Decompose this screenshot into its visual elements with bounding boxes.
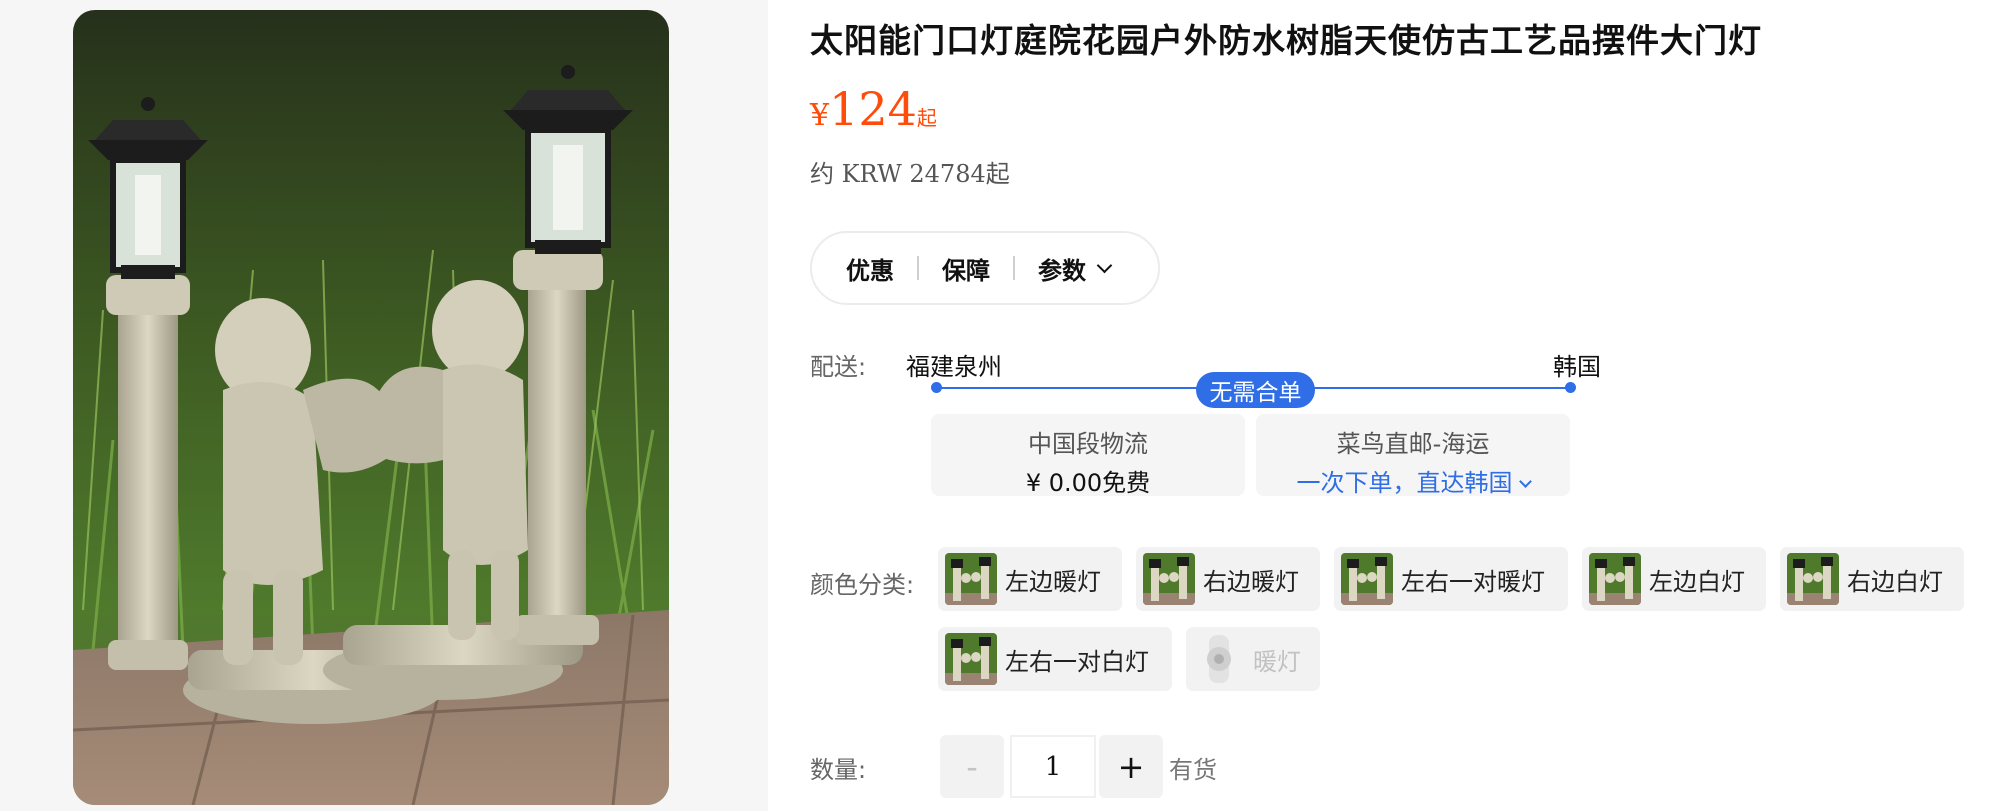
- segment-detail: ¥ 0.00免费: [1025, 469, 1151, 497]
- segment-title: 菜鸟直邮-海运: [1336, 430, 1490, 458]
- color-option-right-white[interactable]: 右边白灯: [1780, 547, 1964, 611]
- option-thumbnail: [945, 553, 997, 605]
- price-currency: ¥: [810, 98, 830, 133]
- tab-params-label: 参数: [1038, 256, 1086, 285]
- option-thumbnail: [1589, 553, 1641, 605]
- segment-detail-link[interactable]: 一次下单，直达韩国: [1256, 463, 1570, 498]
- option-label: 右边暖灯: [1203, 567, 1299, 596]
- product-price: ¥124起: [810, 82, 937, 136]
- shipping-segment-china: 中国段物流 ¥ 0.00免费: [931, 414, 1245, 497]
- price-amount: 124: [829, 82, 917, 136]
- option-label: 左边暖灯: [1005, 567, 1101, 596]
- color-option-pair-white[interactable]: 左右一对白灯: [938, 627, 1172, 691]
- color-option-left-warm[interactable]: 左边暖灯: [938, 547, 1122, 611]
- segment-detail-text: 一次下单，直达韩国: [1296, 469, 1513, 497]
- segment-title: 中国段物流: [1028, 430, 1148, 458]
- shipping-segment-international[interactable]: 菜鸟直邮-海运 一次下单，直达韩国: [1256, 414, 1570, 498]
- color-option-right-warm[interactable]: 右边暖灯: [1136, 547, 1320, 611]
- color-option-warm-light: 暖灯: [1186, 627, 1320, 691]
- quantity-input[interactable]: 1: [1010, 735, 1096, 798]
- info-tabs: 优惠 保障 参数: [810, 231, 1160, 305]
- option-thumbnail: [1193, 633, 1245, 685]
- option-label: 左右一对白灯: [1005, 647, 1149, 676]
- tab-params[interactable]: 参数: [1038, 251, 1113, 286]
- color-option-pair-warm[interactable]: 左右一对暖灯: [1334, 547, 1568, 611]
- color-options-label: 颜色分类:: [810, 571, 915, 599]
- option-label: 左边白灯: [1649, 567, 1745, 596]
- tab-discount[interactable]: 优惠: [846, 251, 894, 286]
- quantity-increment-button[interactable]: +: [1099, 735, 1163, 798]
- price-suffix: 起: [916, 106, 937, 130]
- option-label: 左右一对暖灯: [1401, 567, 1545, 596]
- quantity-label: 数量:: [810, 756, 867, 784]
- tab-guarantee-label: 保障: [942, 256, 990, 285]
- tab-divider: [917, 256, 919, 280]
- chevron-down-icon: [1518, 475, 1532, 488]
- tab-discount-label: 优惠: [846, 256, 894, 285]
- option-thumbnail: [945, 633, 997, 685]
- option-label: 暖灯: [1253, 647, 1301, 676]
- route-end-dot: [1565, 382, 1576, 393]
- tab-divider: [1013, 256, 1015, 280]
- product-title: 太阳能门口灯庭院花园户外防水树脂天使仿古工艺品摆件大门灯: [810, 21, 1762, 60]
- option-label: 右边白灯: [1847, 567, 1943, 596]
- delivery-destination: 韩国: [1553, 353, 1601, 381]
- option-thumbnail: [1341, 553, 1393, 605]
- product-gallery: [0, 0, 768, 811]
- quantity-decrement-button[interactable]: -: [940, 735, 1004, 798]
- option-thumbnail: [1787, 553, 1839, 605]
- tab-guarantee[interactable]: 保障: [942, 251, 990, 286]
- chevron-down-icon: [1096, 257, 1113, 273]
- delivery-origin: 福建泉州: [906, 353, 1002, 381]
- approx-price: 约 KRW 24784起: [810, 160, 1010, 188]
- delivery-label: 配送:: [810, 353, 867, 381]
- route-start-dot: [931, 382, 942, 393]
- option-thumbnail: [1143, 553, 1195, 605]
- color-option-left-white[interactable]: 左边白灯: [1582, 547, 1766, 611]
- stock-status: 有货: [1169, 756, 1217, 784]
- no-merge-badge: 无需合单: [1196, 372, 1315, 408]
- product-photo[interactable]: [73, 10, 669, 805]
